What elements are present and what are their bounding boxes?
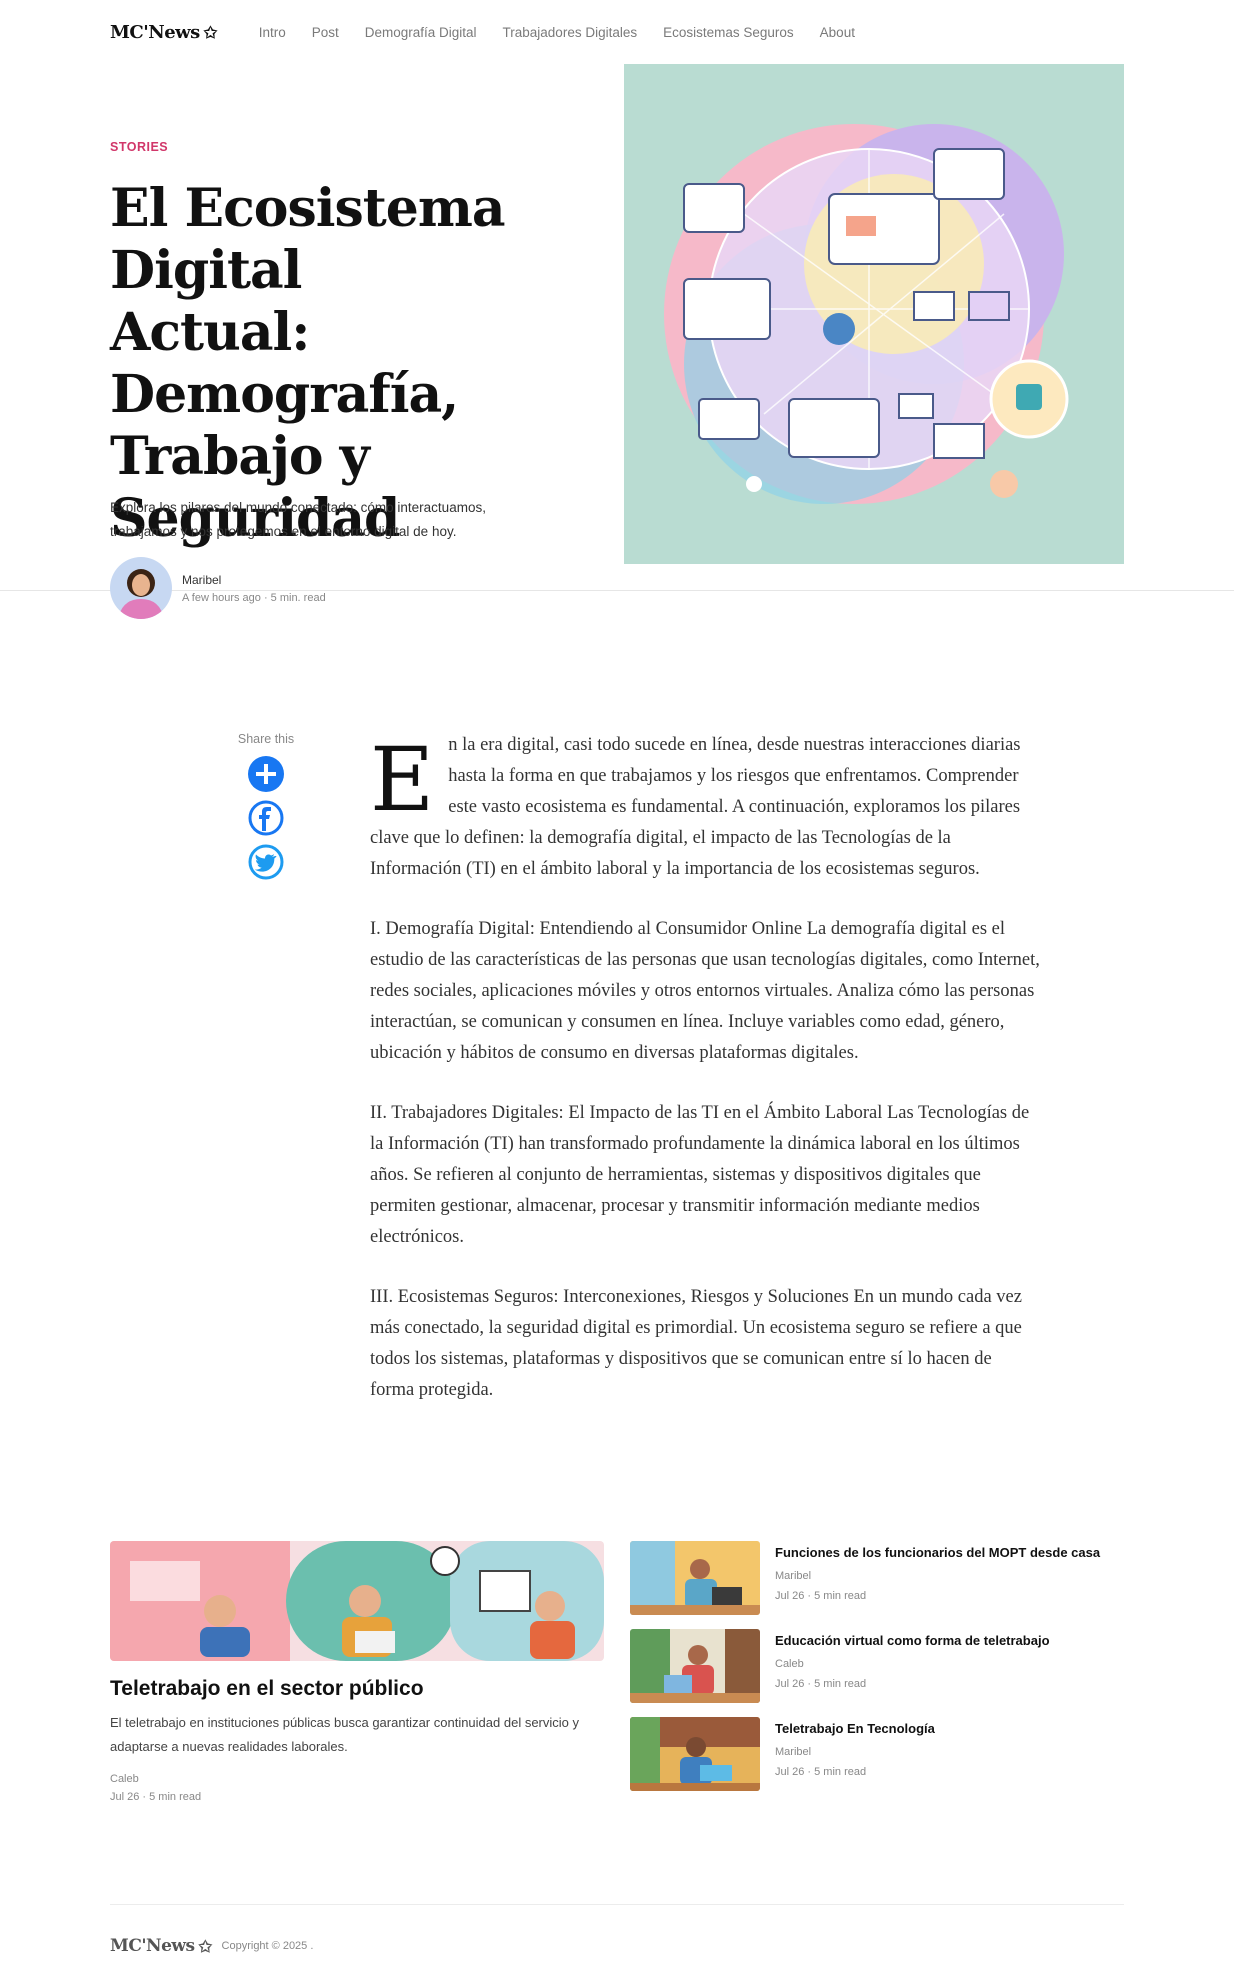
featured-post-card[interactable]: Teletrabajo en el sector público El tele…: [110, 1541, 604, 1803]
nav-link-post[interactable]: Post: [312, 25, 339, 40]
footer-divider: [110, 1904, 1124, 1905]
star-icon: ✩: [198, 1936, 212, 1956]
facebook-icon[interactable]: [248, 800, 284, 836]
nav-links: Intro Post Demografía Digital Trabajador…: [259, 25, 855, 40]
share-panel: Share this: [232, 732, 300, 888]
page-title: El Ecosistema Digital Actual: Demografía…: [110, 178, 506, 549]
copyright-text: Copyright © 2025 .: [221, 1940, 314, 1952]
post-author[interactable]: Caleb: [775, 1658, 1050, 1670]
post-author[interactable]: Maribel: [775, 1570, 1100, 1582]
post-meta: Jul 26 · 5 min read: [775, 1590, 867, 1602]
post-thumbnail[interactable]: [630, 1717, 760, 1791]
author-name[interactable]: Maribel: [182, 573, 326, 587]
article-paragraph: II. Trabajadores Digitales: El Impacto d…: [370, 1103, 1030, 1247]
add-icon[interactable]: [248, 756, 284, 792]
star-icon: ✩: [203, 22, 217, 42]
related-posts-list: Funciones de los funcionarios del MOPT d…: [630, 1541, 1130, 1805]
nav-link-demografia[interactable]: Demografía Digital: [365, 25, 477, 40]
page-subtitle: Explora los pilares del mundo conectado:…: [110, 500, 486, 539]
site-logo[interactable]: MC'News ✩: [110, 22, 217, 43]
article-body: En la era digital, casi todo sucede en l…: [370, 730, 1040, 1435]
share-label: Share this: [237, 732, 295, 746]
article-paragraph: En la era digital, casi todo sucede en l…: [370, 730, 1040, 885]
article-paragraph: I. Demografía Digital: Entendiendo al Co…: [370, 919, 1040, 1063]
hero-illustration: [624, 64, 1124, 564]
logo-text: MC'News: [110, 21, 200, 43]
avatar[interactable]: [110, 557, 172, 619]
twitter-icon[interactable]: [248, 844, 284, 880]
post-meta: A few hours ago · 5 min. read: [182, 591, 326, 604]
article-intro-text: n la era digital, casi todo sucede en lí…: [370, 735, 1021, 879]
author-block: Maribel A few hours ago · 5 min. read: [110, 557, 326, 619]
top-nav: MC'News ✩ Intro Post Demografía Digital …: [110, 18, 855, 46]
featured-post-image[interactable]: [110, 1541, 604, 1661]
nav-link-trabajadores[interactable]: Trabajadores Digitales: [503, 25, 638, 40]
nav-link-ecosistemas[interactable]: Ecosistemas Seguros: [663, 25, 794, 40]
post-thumbnail[interactable]: [630, 1629, 760, 1703]
nav-link-about[interactable]: About: [820, 25, 855, 40]
footer-logo[interactable]: MC'News ✩: [110, 1936, 212, 1956]
post-title[interactable]: Educación virtual como forma de teletrab…: [775, 1633, 1050, 1648]
post-meta: Jul 26 · 5 min read: [775, 1678, 867, 1690]
list-item[interactable]: Educación virtual como forma de teletrab…: [630, 1629, 1130, 1705]
post-thumbnail[interactable]: [630, 1541, 760, 1615]
list-item[interactable]: Teletrabajo En Tecnología Maribel Jul 26…: [630, 1717, 1130, 1793]
list-item[interactable]: Funciones de los funcionarios del MOPT d…: [630, 1541, 1130, 1617]
article-paragraph: III. Ecosistemas Seguros: Interconexione…: [370, 1287, 1022, 1400]
post-title[interactable]: Funciones de los funcionarios del MOPT d…: [775, 1545, 1100, 1560]
featured-post-meta: Jul 26 · 5 min read: [110, 1791, 202, 1803]
featured-post-title[interactable]: Teletrabajo en el sector público: [110, 1677, 604, 1701]
footer: MC'News ✩ Copyright © 2025 .: [110, 1936, 313, 1956]
drop-cap: E: [370, 728, 435, 831]
post-meta: Jul 26 · 5 min read: [775, 1766, 867, 1778]
footer-logo-text: MC'News: [110, 1936, 195, 1956]
post-author[interactable]: Maribel: [775, 1746, 935, 1758]
featured-post-description: El teletrabajo en instituciones públicas…: [110, 1715, 579, 1754]
nav-link-intro[interactable]: Intro: [259, 25, 286, 40]
category-kicker[interactable]: STORIES: [110, 140, 168, 154]
featured-post-author[interactable]: Caleb: [110, 1773, 604, 1785]
post-title[interactable]: Teletrabajo En Tecnología: [775, 1721, 935, 1736]
